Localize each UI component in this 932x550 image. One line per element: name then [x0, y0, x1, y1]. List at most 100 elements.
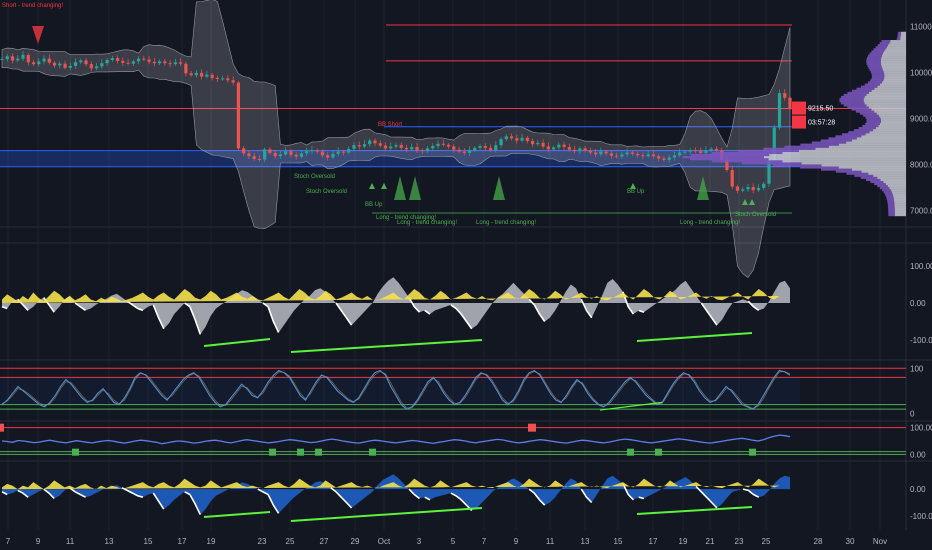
volume-profile-bar	[871, 50, 885, 53]
volume-profile-bar	[897, 33, 901, 37]
volume-profile-bar	[894, 211, 906, 215]
signal-marker	[0, 423, 4, 432]
y-tick-label: 7000.00	[910, 206, 932, 215]
candle-body	[210, 74, 214, 78]
x-tick-label: 15	[144, 537, 153, 546]
volume-profile-bar	[900, 37, 906, 41]
volume-profile-bar	[875, 46, 887, 49]
volume-profile-bar	[876, 112, 906, 115]
stoch-band	[0, 377, 800, 405]
volume-profile-bar	[862, 124, 879, 128]
volume-profile-bar	[891, 191, 906, 194]
candle-body	[179, 62, 183, 64]
volume-profile-bar	[874, 110, 906, 113]
candle-body	[331, 153, 335, 158]
signal-marker	[297, 448, 304, 456]
candle-body	[383, 145, 388, 149]
volume-profile-bar	[863, 98, 906, 101]
candle-body	[494, 145, 498, 151]
candle-body	[415, 146, 419, 151]
volume-profile-bar	[828, 145, 906, 148]
y-tick-label: 100	[910, 364, 924, 373]
volume-profile-bar	[869, 131, 906, 134]
candle-body	[478, 146, 482, 148]
candle-body	[651, 154, 656, 157]
candle-body	[152, 61, 156, 64]
candle-body	[63, 63, 67, 68]
x-tick-label: 23	[258, 537, 267, 546]
volume-profile-bar	[869, 52, 883, 55]
signal-marker	[315, 448, 322, 456]
candle-body	[688, 150, 692, 152]
volume-profile-bar	[860, 176, 878, 179]
candle-body	[399, 145, 403, 148]
x-tick-label: 19	[679, 537, 688, 546]
x-tick-label: 21	[706, 537, 715, 546]
x-tick-label: 9	[36, 537, 41, 546]
volume-profile-bar	[871, 89, 906, 92]
volume-profile-bar	[854, 174, 874, 177]
volume-profile-bar	[873, 48, 886, 51]
volume-profile-bar	[888, 205, 895, 208]
x-tick-label: 15	[614, 537, 623, 546]
y-tick-label: 100.00	[910, 424, 932, 433]
volume-profile-bar	[811, 141, 847, 144]
candle-body	[646, 154, 650, 157]
volume-profile-bar	[881, 40, 891, 43]
volume-profile-bar	[879, 122, 906, 126]
candle-body	[525, 137, 529, 142]
volume-profile-bar	[894, 207, 906, 210]
buy-arrow-marker	[394, 176, 406, 200]
candle-body	[42, 58, 46, 62]
volume-profile-bar	[866, 104, 906, 107]
volume-profile-bar	[879, 42, 890, 45]
volume-profile-bar	[847, 91, 869, 95]
y-tick-label: -100.00	[910, 336, 932, 345]
candle-body	[378, 143, 382, 146]
candle-body	[462, 151, 466, 153]
candle-body	[441, 143, 445, 145]
divergence-line	[203, 511, 271, 518]
signal-marker	[655, 448, 662, 456]
candle-body	[278, 154, 283, 157]
volume-profile-bar	[887, 201, 895, 204]
chart-svg[interactable]: 7 9 11 13 15 17 19 23 25 27 29 Oct 3 5 7 9 11 13 15 17 19 21 2…	[0, 0, 932, 550]
volume-profile-bar	[894, 199, 906, 202]
volume-profile-bar	[856, 137, 906, 140]
divergence-line	[636, 332, 753, 342]
volume-profile-bar	[877, 85, 906, 88]
volume-profile-bar	[769, 153, 906, 157]
candle-body	[26, 54, 30, 63]
volume-profile-bar	[880, 116, 906, 119]
candle-body	[79, 60, 83, 63]
x-tick-label: 19	[207, 537, 216, 546]
volume-profile-bar	[821, 164, 906, 167]
divergence-line	[636, 506, 753, 515]
candle-body	[16, 58, 20, 61]
volume-profile-bar	[874, 182, 886, 186]
volume-profile-bar	[883, 71, 906, 74]
candle-body	[457, 149, 461, 152]
volume-profile-bar	[866, 60, 881, 63]
candle-body	[341, 151, 346, 153]
candle-body	[573, 149, 577, 152]
candle-body	[263, 149, 267, 160]
candle-body	[47, 58, 51, 63]
volume-profile-bar	[889, 42, 906, 45]
volume-profile-bar	[894, 209, 906, 213]
candle-body	[620, 154, 624, 157]
volume-profile-bar	[860, 85, 878, 88]
x-tick-label: 17	[649, 537, 658, 546]
volume-profile-bar	[864, 95, 906, 99]
volume-profile-bar	[885, 182, 906, 186]
volume-profile-bar	[888, 213, 895, 217]
x-tick-label: 7	[6, 537, 11, 546]
annotation-label: BB Up	[365, 202, 383, 208]
x-tick-label: 3	[417, 537, 422, 546]
volume-profile-bar	[869, 69, 883, 72]
candle-body	[783, 93, 787, 98]
y-tick-label: 0.00	[910, 450, 926, 459]
candle-body	[310, 150, 314, 152]
candle-body	[693, 150, 698, 152]
candle-body	[110, 58, 114, 61]
